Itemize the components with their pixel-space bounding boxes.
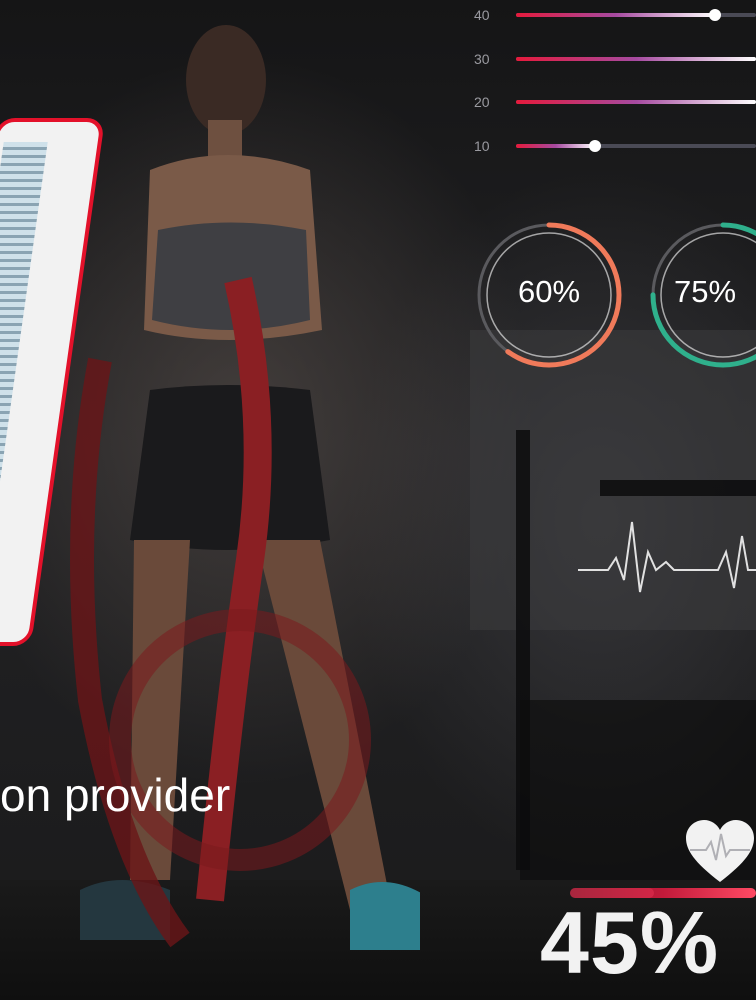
slider-30[interactable]: 30 [474,49,756,69]
slider-track[interactable] [516,57,756,61]
athlete-figure [70,25,420,950]
progress-gauge-75: 75% [648,220,756,370]
gauge-value: 75% [674,274,737,309]
equipment-rack-shelf [600,480,756,496]
gauge-value: 60% [517,274,581,309]
heart-rate-value: 45% [540,893,720,992]
heartbeat-line-icon [578,521,756,593]
progress-gauge-60: 60% [474,220,624,370]
slider-thumb[interactable] [709,9,722,21]
slider-fill [516,144,596,148]
slider-10[interactable]: 10 [474,136,756,156]
slider-track[interactable] [516,100,756,104]
hero-caption: on provider [0,769,231,821]
phone-screen [0,142,48,622]
slider-label: 30 [474,51,490,67]
slider-fill [516,57,756,61]
heart-pulse-icon [686,820,754,882]
slider-track[interactable] [516,9,756,21]
slider-label: 10 [474,138,490,154]
slider-fill [516,13,716,17]
slider-40[interactable]: 40 [474,5,756,25]
slider-track[interactable] [516,140,756,152]
slider-label: 40 [474,7,490,23]
slider-20[interactable]: 20 [474,92,756,112]
slider-thumb[interactable] [589,140,602,152]
slider-label: 20 [474,94,490,110]
slider-fill [516,100,756,104]
